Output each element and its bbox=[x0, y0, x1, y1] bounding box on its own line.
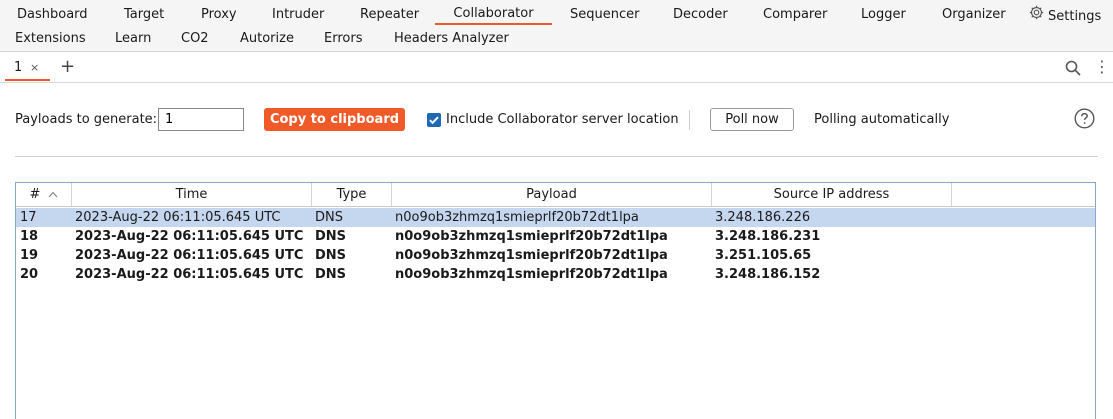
tab-learn[interactable]: Learn bbox=[115, 28, 151, 50]
cell-payload: n0o9ob3zhmzq1smieprlf20b72dt1lpa bbox=[395, 210, 639, 225]
column-header-payload[interactable]: Payload bbox=[392, 183, 712, 207]
cell-payload: n0o9ob3zhmzq1smieprlf20b72dt1lpa bbox=[395, 229, 668, 244]
tab-errors[interactable]: Errors bbox=[324, 28, 362, 50]
table-row[interactable]: 18 2023-Aug-22 06:11:05.645 UTC DNS n0o9… bbox=[16, 227, 1095, 246]
cell-number: 18 bbox=[20, 229, 39, 244]
sort-ascending-icon bbox=[48, 191, 57, 198]
tab-proxy[interactable]: Proxy bbox=[201, 4, 237, 26]
cell-source-ip: 3.251.105.65 bbox=[715, 248, 812, 263]
cell-time: 2023-Aug-22 06:11:05.645 UTC bbox=[75, 267, 304, 282]
copy-to-clipboard-button[interactable]: Copy to clipboard bbox=[264, 108, 405, 131]
interactions-table: # Time Type Payload Source IP address 17… bbox=[15, 182, 1096, 419]
tab-organizer[interactable]: Organizer bbox=[942, 4, 1006, 26]
table-row[interactable]: 20 2023-Aug-22 06:11:05.645 UTC DNS n0o9… bbox=[16, 265, 1095, 284]
tab-autorize[interactable]: Autorize bbox=[240, 28, 294, 50]
divider bbox=[15, 156, 1098, 157]
subtab-1[interactable]: 1 × bbox=[5, 56, 50, 81]
tab-settings[interactable]: Settings bbox=[1028, 4, 1101, 26]
tab-extensions[interactable]: Extensions bbox=[15, 28, 86, 50]
cell-number: 19 bbox=[20, 248, 39, 263]
table-header: # Time Type Payload Source IP address bbox=[16, 183, 1095, 207]
cell-payload: n0o9ob3zhmzq1smieprlf20b72dt1lpa bbox=[395, 267, 668, 282]
checkmark-icon bbox=[429, 116, 439, 125]
column-header-number[interactable]: # bbox=[16, 183, 72, 207]
collaborator-subtab-strip: 1 × + bbox=[0, 53, 1113, 83]
polling-status: Polling automatically bbox=[814, 112, 950, 127]
settings-label: Settings bbox=[1048, 9, 1102, 24]
cell-type: DNS bbox=[315, 229, 347, 244]
tab-target[interactable]: Target bbox=[124, 4, 164, 26]
divider bbox=[689, 110, 690, 130]
cell-number: 17 bbox=[20, 210, 37, 225]
more-options-icon[interactable]: ⋮ bbox=[1094, 58, 1110, 76]
add-tab-icon[interactable]: + bbox=[60, 58, 75, 76]
main-tab-bar: Dashboard Target Proxy Intruder Repeater… bbox=[0, 0, 1113, 52]
gear-icon bbox=[1028, 4, 1045, 29]
close-icon[interactable]: × bbox=[30, 57, 39, 79]
cell-time: 2023-Aug-22 06:11:05.645 UTC bbox=[75, 248, 304, 263]
tab-repeater[interactable]: Repeater bbox=[360, 4, 419, 26]
column-header-source-ip[interactable]: Source IP address bbox=[712, 183, 952, 207]
tab-comparer[interactable]: Comparer bbox=[763, 4, 827, 26]
tab-decoder[interactable]: Decoder bbox=[673, 4, 728, 26]
cell-source-ip: 3.248.186.152 bbox=[715, 267, 821, 282]
column-header-extra[interactable] bbox=[952, 183, 1095, 207]
cell-time: 2023-Aug-22 06:11:05.645 UTC bbox=[75, 229, 304, 244]
subtab-label: 1 bbox=[14, 60, 23, 75]
payloads-count-input[interactable] bbox=[158, 108, 244, 131]
cell-type: DNS bbox=[315, 210, 343, 225]
tab-collaborator[interactable]: Collaborator bbox=[435, 3, 552, 25]
cell-source-ip: 3.248.186.231 bbox=[715, 229, 821, 244]
cell-payload: n0o9ob3zhmzq1smieprlf20b72dt1lpa bbox=[395, 248, 668, 263]
search-icon[interactable] bbox=[1065, 60, 1081, 80]
tab-co2[interactable]: CO2 bbox=[181, 28, 209, 50]
cell-time: 2023-Aug-22 06:11:05.645 UTC bbox=[75, 210, 281, 225]
poll-now-button[interactable]: Poll now bbox=[710, 108, 794, 131]
include-location-checkbox[interactable] bbox=[427, 113, 441, 127]
table-row[interactable]: 19 2023-Aug-22 06:11:05.645 UTC DNS n0o9… bbox=[16, 246, 1095, 265]
help-icon[interactable] bbox=[1074, 108, 1095, 133]
tab-intruder[interactable]: Intruder bbox=[272, 4, 324, 26]
tab-logger[interactable]: Logger bbox=[861, 4, 906, 26]
include-location-label[interactable]: Include Collaborator server location bbox=[446, 112, 679, 127]
cell-type: DNS bbox=[315, 267, 347, 282]
table-row[interactable]: 17 2023-Aug-22 06:11:05.645 UTC DNS n0o9… bbox=[16, 208, 1095, 227]
cell-type: DNS bbox=[315, 248, 347, 263]
tab-dashboard[interactable]: Dashboard bbox=[17, 4, 88, 26]
tab-headers-analyzer[interactable]: Headers Analyzer bbox=[394, 28, 509, 50]
cell-number: 20 bbox=[20, 267, 39, 282]
payloads-label: Payloads to generate: bbox=[15, 112, 158, 127]
cell-source-ip: 3.248.186.226 bbox=[715, 210, 811, 225]
column-header-time[interactable]: Time bbox=[72, 183, 312, 207]
column-label: # bbox=[29, 187, 41, 202]
column-header-type[interactable]: Type bbox=[312, 183, 392, 207]
tab-sequencer[interactable]: Sequencer bbox=[570, 4, 639, 26]
